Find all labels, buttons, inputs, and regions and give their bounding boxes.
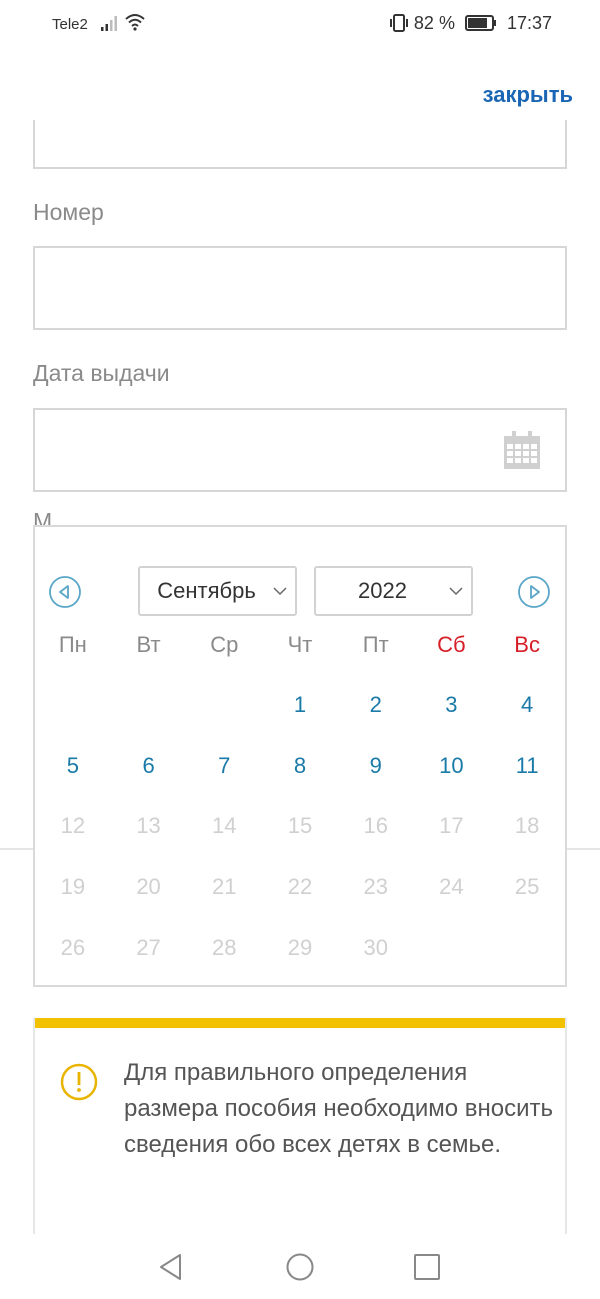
calendar-day: 20 <box>136 874 161 900</box>
signal-icon <box>101 16 117 31</box>
weekday-header: Чт <box>287 632 313 657</box>
wifi-icon <box>125 14 145 31</box>
calendar-day: 24 <box>439 874 464 900</box>
year-select[interactable]: 2022 <box>314 566 473 616</box>
recent-apps-icon[interactable] <box>412 1252 442 1282</box>
next-month-button[interactable] <box>517 575 551 609</box>
issue-date-label: Дата выдачи <box>33 360 170 386</box>
prev-month-button[interactable] <box>48 575 82 609</box>
number-label: Номер <box>33 199 104 225</box>
calendar-grid: Пн Вт Ср Чт Пт Сб Вс 1 2 3 4 5 6 7 8 9 10 11 12 13 14 15 16 17 1… <box>35 615 565 978</box>
issue-date-input[interactable] <box>33 408 567 492</box>
empty-day-cell <box>414 917 490 978</box>
carrier-name: Tele2 <box>52 16 88 33</box>
empty-day-cell <box>489 917 565 978</box>
exclamation-icon <box>60 1063 98 1101</box>
calendar-day: 23 <box>363 874 388 900</box>
calendar-day: 17 <box>439 813 464 839</box>
calendar-day[interactable]: 1 <box>262 675 338 736</box>
calendar-day: 12 <box>60 813 86 839</box>
empty-day-cell <box>111 675 187 736</box>
calendar-day: 18 <box>514 813 540 839</box>
calendar-day: 14 <box>212 813 237 839</box>
calendar-day[interactable]: 10 <box>414 736 490 797</box>
number-input[interactable] <box>33 246 567 330</box>
weekday-header: Пт <box>362 632 389 657</box>
calendar-day[interactable]: 11 <box>489 736 565 797</box>
month-value: Сентябрь <box>157 578 256 603</box>
navigation-bar <box>0 1234 600 1299</box>
calendar-day[interactable]: 7 <box>186 736 262 797</box>
calendar-day: 29 <box>287 934 313 960</box>
month-select[interactable]: Сентябрь <box>138 566 297 616</box>
status-bar: Tele2 82 % 17:37 <box>0 0 600 48</box>
battery-icon <box>464 15 496 31</box>
calendar-day: 28 <box>212 934 237 960</box>
weekday-header: Вт <box>136 632 161 657</box>
close-button[interactable]: закрыть <box>483 82 573 108</box>
calendar-day[interactable]: 2 <box>338 675 414 736</box>
back-icon[interactable] <box>156 1252 186 1282</box>
calendar-day: 25 <box>514 874 540 900</box>
weekday-header: Вс <box>514 632 540 657</box>
vibrate-icon <box>389 14 408 32</box>
calendar-day[interactable]: 8 <box>262 736 338 797</box>
calendar-day: 27 <box>136 934 161 960</box>
calendar-day: 30 <box>363 934 388 960</box>
obscured-field-label: М <box>33 508 53 526</box>
info-text: Для правильного определения размера посо… <box>124 1059 554 1158</box>
calendar-day: 16 <box>363 813 388 839</box>
chevron-down-icon <box>273 587 287 596</box>
calendar-day: 15 <box>287 813 313 839</box>
datepicker-popup: Сентябрь 2022 Пн Вт Ср Чт Пт Сб Вс 1 2 3 4 5 6 7 8 9 10 1… <box>33 525 567 987</box>
calendar-day: 21 <box>212 874 237 900</box>
weekday-header: Пн <box>58 632 87 657</box>
weekday-header: Ср <box>210 632 239 657</box>
calendar-icon[interactable] <box>503 430 541 470</box>
clock: 17:37 <box>506 12 552 33</box>
warning-stripe <box>35 1018 565 1028</box>
previous-field-input[interactable] <box>33 120 567 169</box>
calendar-day: 19 <box>60 874 86 900</box>
calendar-day: 13 <box>136 813 161 839</box>
weekday-header: Сб <box>437 632 466 657</box>
chevron-down-icon <box>449 587 463 596</box>
calendar-day: 26 <box>60 934 86 960</box>
info-notice: Для правильного определения размера посо… <box>33 1018 567 1248</box>
battery-percent: 82 % <box>413 12 455 33</box>
empty-day-cell <box>186 675 262 736</box>
calendar-day[interactable]: 9 <box>338 736 414 797</box>
year-value: 2022 <box>358 578 407 603</box>
home-icon[interactable] <box>285 1252 315 1282</box>
calendar-day[interactable]: 3 <box>414 675 490 736</box>
calendar-day[interactable]: 6 <box>111 736 187 797</box>
empty-day-cell <box>35 675 111 736</box>
calendar-day: 22 <box>287 874 313 900</box>
calendar-day[interactable]: 5 <box>35 736 111 797</box>
calendar-day[interactable]: 4 <box>489 675 565 736</box>
